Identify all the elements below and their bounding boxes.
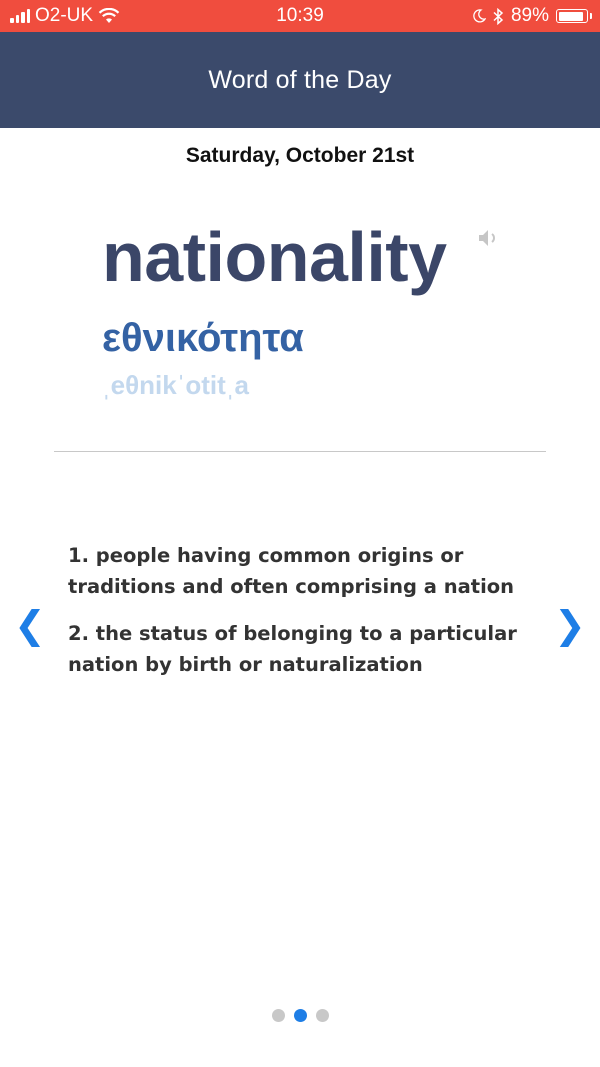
page-dot[interactable] [271, 1009, 285, 1022]
word-date: Saturday, October 21st [185, 144, 415, 167]
battery-percent: 89% [510, 5, 549, 26]
carrier-label: O2-UK [35, 5, 94, 26]
definition-item: 1. people having common origins or tradi… [68, 544, 515, 598]
word-translation: εθνικότητα [102, 316, 304, 360]
battery-fill [558, 11, 583, 21]
page-title: Word of the Day [208, 65, 392, 94]
page-dot[interactable] [315, 1009, 329, 1022]
word-of-day: nationality [102, 218, 447, 296]
bluetooth-icon [493, 7, 504, 25]
battery-icon [556, 9, 592, 23]
next-word-button[interactable]: ❯ [554, 606, 586, 646]
status-bar: O2-UK 10:39 89% [0, 0, 600, 32]
speaker-icon[interactable] [476, 226, 500, 250]
header: Word of the Day [0, 32, 600, 128]
word-transliteration: ˌeθnikˈotitˌa [102, 370, 249, 400]
page-dot[interactable] [293, 1009, 307, 1022]
page-indicator[interactable] [0, 1009, 600, 1022]
status-right: 89% [472, 5, 600, 27]
moon-icon [473, 9, 486, 23]
definitions-list: 1. people having common origins or tradi… [68, 540, 538, 696]
divider [54, 451, 546, 452]
wifi-icon [98, 8, 120, 23]
signal-icon [10, 9, 30, 23]
previous-word-button[interactable]: ❮ [14, 606, 46, 646]
definition-item: 2. the status of belonging to a particul… [68, 622, 517, 676]
status-left: O2-UK [0, 5, 120, 27]
